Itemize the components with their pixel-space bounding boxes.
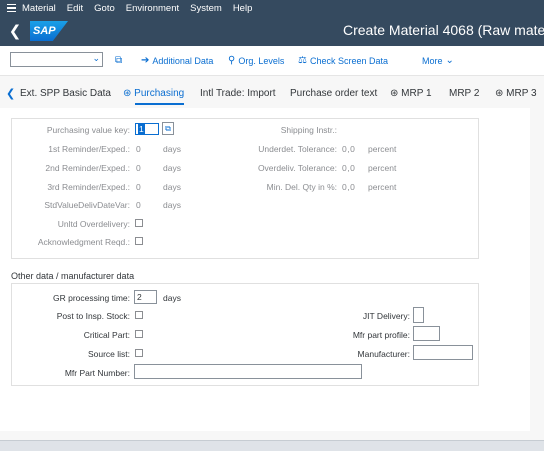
source-list-checkbox[interactable] [135,349,143,357]
application-toolbar: ⌄ ⧉ ➔ Additional Data ⚲ Org. Levels ⚖ Ch… [0,46,544,76]
hierarchy-icon: ⚲ [228,55,236,66]
gr-processing-time-input[interactable]: 2 [134,290,157,304]
scales-icon: ⚖ [298,55,307,66]
overdel-tolerance-value[interactable]: 0,0 [342,163,355,173]
source-list-label: Source list: [87,349,130,359]
menu-goto[interactable]: Goto [94,3,115,14]
mfr-part-number-label: Mfr Part Number: [64,368,130,378]
purchasing-value-key-input[interactable]: 1 [135,123,159,135]
post-to-insp-stock-label: Post to Insp. Stock: [56,311,130,321]
menu-help[interactable]: Help [233,3,253,14]
more-label: More [422,55,443,66]
acknowledgment-reqd-label: Acknowledgment Reqd.: [37,237,130,247]
mfr-part-profile-input[interactable] [413,326,440,341]
sap-logo: SAP [30,21,68,41]
overdel-tolerance-label: Overdeliv. Tolerance: [257,163,337,173]
chevron-left-icon[interactable]: ❮ [6,87,15,100]
std-value-deliv-label: StdValueDelivDateVar: [44,200,130,210]
org-levels-button[interactable]: ⚲ Org. Levels [228,55,284,66]
menu-edit[interactable]: Edit [67,3,83,14]
hamburger-menu-icon[interactable] [0,3,22,13]
status-bar [0,440,544,451]
tab-purchasing-label: Purchasing [134,88,185,99]
value-help-icon[interactable]: ⧉ [162,122,174,135]
shell-header: ❮ SAP Create Material 4068 (Raw material… [0,16,544,46]
org-levels-label: Org. Levels [238,55,285,66]
menu-bar: Material Edit Goto Environment System He… [0,0,544,16]
third-reminder-value[interactable]: 0 [136,182,141,192]
additional-data-label: Additional Data [152,55,214,66]
gr-processing-time-unit: days [163,293,181,303]
post-to-insp-stock-checkbox[interactable] [135,311,143,319]
check-screen-data-label: Check Screen Data [309,55,389,66]
chevron-down-icon[interactable]: ⌄ [92,53,100,64]
acknowledgment-reqd-checkbox[interactable] [135,237,143,245]
chevron-down-icon: ⌄ [445,55,454,66]
critical-part-label: Critical Part: [83,330,130,340]
check-screen-data-button[interactable]: ⚖ Check Screen Data [298,55,388,66]
more-button[interactable]: More ⌄ [422,55,454,66]
first-reminder-label: 1st Reminder/Exped.: [48,144,130,154]
tab-ext-spp-basic-data[interactable]: Ext. SPP Basic Data [20,88,111,99]
other-data-section-title: Other data / manufacturer data [11,271,135,281]
jit-delivery-label: JIT Delivery: [362,311,410,321]
back-arrow-icon[interactable]: ❮ [0,22,30,40]
page-title: Create Material 4068 (Raw materials [343,22,544,38]
tab-mrp3-label: MRP 3 [506,88,537,99]
tab-purchasing[interactable]: ⊛ Purchasing [123,88,185,105]
arrow-right-icon: ➔ [141,55,150,66]
manufacturer-label: Manufacturer: [357,349,410,359]
first-reminder-value[interactable]: 0 [136,144,141,154]
purchasing-value-key-label: Purchasing value key: [46,125,130,135]
underdel-tolerance-value[interactable]: 0,0 [342,144,355,154]
tab-mrp1-label: MRP 1 [401,88,432,99]
min-del-qty-label: Min. Del. Qty in %: [266,182,337,192]
wrench-icon: ⊛ [495,88,504,99]
unltd-overdelivery-label: Unltd Overdelivery: [57,219,130,229]
underdel-tolerance-unit: percent [368,144,397,154]
second-reminder-unit: days [163,163,181,173]
std-value-deliv-value[interactable]: 0 [136,200,141,210]
second-reminder-value[interactable]: 0 [136,163,141,173]
wrench-icon: ⊛ [390,88,399,99]
mfr-part-number-input[interactable] [134,364,362,379]
underdel-tolerance-label: Underdet. Tolerance: [258,144,337,154]
additional-data-button[interactable]: ➔ Additional Data [141,55,213,66]
tab-mrp3[interactable]: ⊛ MRP 3 [495,88,537,99]
overdel-tolerance-unit: percent [368,163,397,173]
gr-processing-time-label: GR processing time: [53,293,130,303]
purchasing-value-key-value: 1 [138,124,145,134]
tab-mrp1[interactable]: ⊛ MRP 1 [390,88,432,99]
menu-material[interactable]: Material [22,3,56,14]
min-del-qty-unit: percent [368,182,397,192]
scroll-strip [530,108,544,431]
std-value-deliv-unit: days [163,200,181,210]
mfr-part-profile-label: Mfr part profile: [352,330,410,340]
tab-strip: ❮ Ext. SPP Basic Data ⊛ Purchasing Intl … [0,83,544,105]
menu-environment[interactable]: Environment [126,3,179,14]
manufacturer-input[interactable] [413,345,473,360]
second-reminder-label: 2nd Reminder/Exped.: [45,163,130,173]
tab-purchase-order-text[interactable]: Purchase order text [290,88,377,99]
tab-mrp2[interactable]: MRP 2 [449,88,479,99]
menu-system[interactable]: System [190,3,222,14]
tab-intl-trade-import[interactable]: Intl Trade: Import [200,88,276,99]
unltd-overdelivery-checkbox[interactable] [135,219,143,227]
wrench-icon: ⊛ [123,88,132,99]
third-reminder-label: 3rd Reminder/Exped.: [47,182,130,192]
critical-part-checkbox[interactable] [135,330,143,338]
first-reminder-unit: days [163,144,181,154]
third-reminder-unit: days [163,182,181,192]
shipping-instr-label: Shipping Instr.: [280,125,337,135]
save-as-icon[interactable]: ⧉ [115,55,122,66]
jit-delivery-input[interactable] [413,307,424,323]
command-field[interactable]: ⌄ [10,52,103,67]
min-del-qty-value[interactable]: 0,0 [342,182,355,192]
